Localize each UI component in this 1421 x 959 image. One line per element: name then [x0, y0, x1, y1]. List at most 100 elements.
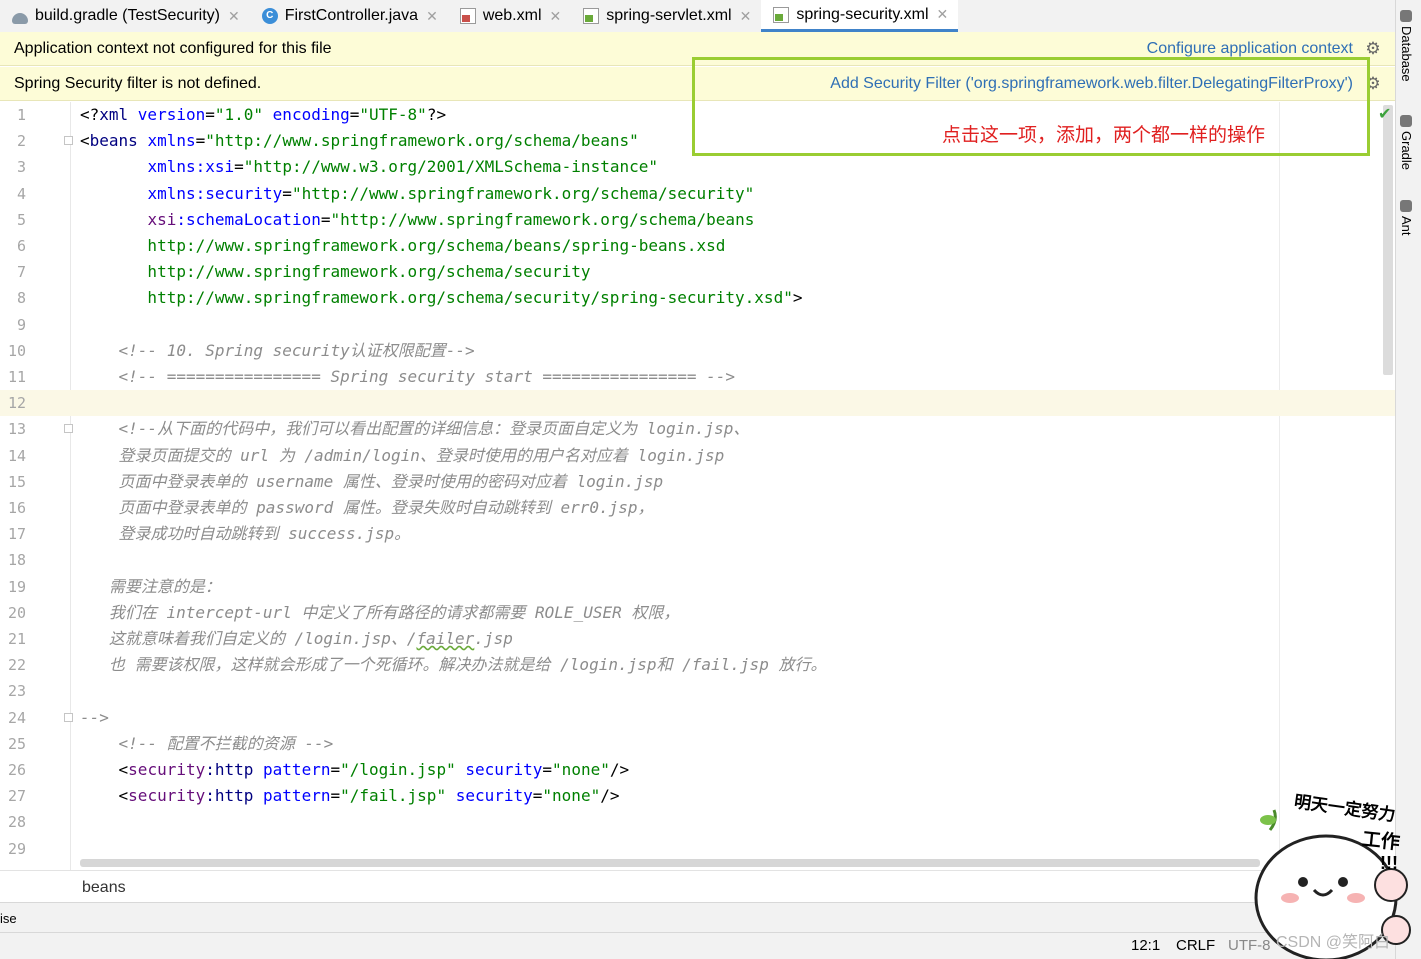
code-line[interactable]: 4 xmlns:security="http://www.springframe… [0, 181, 1395, 207]
file-encoding[interactable]: UTF-8 [1228, 937, 1271, 954]
code-line[interactable]: 29 [0, 836, 1395, 862]
code-token: xmlns [147, 131, 196, 151]
code-token: xml [99, 105, 138, 124]
close-icon[interactable]: ✕ [426, 8, 438, 25]
code-token: <!--从下面的代码中，我们可以看出配置的详细信息：登录页面自定义为 login… [80, 419, 750, 439]
line-number: 16 [7, 499, 26, 517]
code-line[interactable]: 5 xsi:schemaLocation="http://www.springf… [0, 207, 1395, 233]
close-icon[interactable]: ✕ [228, 8, 240, 25]
tab-label: web.xml [482, 7, 542, 24]
tab-spring-security-xml[interactable]: spring-security.xml ✕ [761, 0, 959, 32]
code-text: http://www.springframework.org/schema/be… [80, 233, 725, 259]
code-text: xmlns:security="http://www.springframewo… [80, 181, 754, 207]
code-line[interactable]: 14 登录页面提交的 url 为 /admin/login、登录时使用的用户名对… [0, 443, 1395, 469]
code-line[interactable]: 6 http://www.springframework.org/schema/… [0, 233, 1395, 259]
code-line[interactable]: 19 需要注意的是： [0, 574, 1395, 600]
spring-xml-icon [773, 6, 790, 23]
fold-marker-icon[interactable] [64, 136, 73, 146]
code-line[interactable]: 7 http://www.springframework.org/schema/… [0, 259, 1395, 285]
code-line[interactable]: 16 页面中登录表单的 password 属性。登录失败时自动跳转到 err0.… [0, 495, 1395, 521]
code-line[interactable]: 24 --> [0, 705, 1395, 731]
line-number: 13 [7, 420, 26, 439]
close-icon[interactable]: ✕ [937, 6, 949, 23]
code-line[interactable]: 3 xmlns:xsi="http://www.w3.org/2001/XMLS… [0, 154, 1395, 180]
code-token: = [532, 786, 543, 806]
line-number: 24 [7, 708, 26, 727]
code-token: <!-- 10. Spring security认证权限配置--> [80, 340, 475, 360]
line-number: 3 [16, 158, 26, 177]
database-tool-label: Database [1399, 26, 1414, 82]
tab-build-gradle-testsecurity[interactable]: build.gradle (TestSecurity) ✕ [0, 0, 250, 32]
database-tool-button[interactable]: Database [1399, 10, 1414, 82]
code-token: 我们在 intercept-url 中定义了所有路径的请求都需要 ROLE_US… [80, 602, 680, 622]
code-line[interactable]: 8 http://www.springframework.org/schema/… [0, 285, 1395, 311]
code-line[interactable]: 27 <security:http pattern="/fail.jsp" se… [0, 783, 1395, 809]
fold-marker-icon[interactable] [64, 712, 73, 722]
code-line[interactable]: 23 [0, 678, 1395, 704]
gradle-icon [1400, 115, 1412, 127]
sticker-text-line2: 工作 [1360, 828, 1401, 854]
code-line[interactable]: 12 [0, 390, 1395, 417]
line-number: 11 [7, 368, 26, 386]
code-token: "http://www.springframework.org/schema/b… [330, 209, 755, 229]
close-icon[interactable]: ✕ [740, 8, 752, 25]
code-line[interactable]: 20 我们在 intercept-url 中定义了所有路径的请求都需要 ROLE… [0, 600, 1395, 626]
tab-firstcontroller-java[interactable]: C FirstController.java ✕ [250, 0, 448, 32]
code-line[interactable]: 22 也 需要该权限，这样就会形成了一个死循环。解决办法就是给 /login.j… [0, 652, 1395, 678]
code-token: "none" [542, 786, 601, 806]
line-separator[interactable]: CRLF [1176, 937, 1215, 954]
code-token: ?> [426, 105, 447, 124]
breadcrumb-item-beans[interactable]: beans [82, 879, 126, 897]
code-token: "/login.jsp" [340, 760, 466, 779]
line-number: 29 [7, 839, 26, 858]
code-line[interactable]: 13 <!--从下面的代码中，我们可以看出配置的详细信息：登录页面自定义为 lo… [0, 416, 1395, 442]
code-line[interactable]: 26 <security:http pattern="/login.jsp" s… [0, 757, 1395, 783]
fold-marker-icon[interactable] [64, 424, 73, 434]
code-text: <security:http pattern="/fail.jsp" secur… [80, 783, 620, 809]
code-text: <!-- 10. Spring security认证权限配置--> [80, 338, 475, 364]
code-token: <? [80, 105, 100, 124]
line-number: 6 [16, 237, 26, 255]
caret-position[interactable]: 12:1 [1131, 937, 1160, 954]
code-text: <beans xmlns="http://www.springframework… [80, 128, 639, 154]
code-text: 登录成功时自动跳转到 success.jsp。 [80, 521, 411, 547]
horizontal-scrollbar[interactable] [80, 859, 1260, 867]
code-text: 页面中登录表单的 username 属性、登录时使用的密码对应着 login.j… [80, 469, 664, 495]
sticker-text-line3: !!! [1380, 853, 1398, 873]
context-banner-message: Application context not configured for t… [14, 39, 332, 57]
code-token: <!-- ================ Spring security st… [80, 367, 736, 386]
vertical-scrollbar[interactable] [1383, 105, 1393, 375]
gradle-tool-button[interactable]: Gradle [1399, 115, 1414, 170]
tab-web-xml[interactable]: web.xml ✕ [448, 0, 571, 32]
code-line[interactable]: 28 [0, 809, 1395, 835]
code-editor[interactable]: 1 <?xml version="1.0" encoding="UTF-8"?> 2… [0, 102, 1395, 870]
code-token: <!-- 配置不拦截的资源 --> [80, 733, 334, 753]
code-line[interactable]: 9 [0, 312, 1395, 338]
code-line[interactable]: 10 <!-- 10. Spring security认证权限配置--> [0, 338, 1395, 364]
code-line[interactable]: 21 这就意味着我们自定义的 /login.jsp、/failer.jsp [0, 626, 1395, 652]
code-line[interactable]: 11 <!-- ================ Spring security… [0, 364, 1395, 390]
tab-spring-servlet-xml[interactable]: spring-servlet.xml ✕ [571, 0, 761, 32]
ant-tool-button[interactable]: Ant [1399, 200, 1414, 236]
code-text: xsi:schemaLocation="http://www.springfra… [80, 207, 754, 233]
code-token: = [234, 157, 244, 177]
gear-icon[interactable]: ⚙ [1365, 40, 1381, 57]
code-token: pattern [263, 760, 331, 779]
bottom-tool-label[interactable]: ise [0, 911, 17, 926]
code-line[interactable]: 15 页面中登录表单的 username 属性、登录时使用的密码对应着 logi… [0, 469, 1395, 495]
code-token: xmlns:xsi [147, 157, 235, 177]
code-line[interactable]: 17 登录成功时自动跳转到 success.jsp。 [0, 521, 1395, 547]
java-class-icon: C [261, 8, 278, 24]
close-icon[interactable]: ✕ [550, 8, 562, 25]
code-text: 这就意味着我们自定义的 /login.jsp、/failer.jsp [80, 626, 513, 652]
code-text: --> [80, 705, 109, 731]
code-token: "UTF-8" [359, 105, 427, 124]
code-line[interactable]: 25 <!-- 配置不拦截的资源 --> [0, 731, 1395, 757]
code-token: = [349, 105, 360, 124]
code-token: 登录页面提交的 url 为 /admin/login、登录时使用的用户名对应着 … [80, 445, 725, 465]
code-token: 页面中登录表单的 username 属性、登录时使用的密码对应着 login.j… [80, 471, 664, 491]
code-text: http://www.springframework.org/schema/se… [80, 259, 590, 285]
code-line[interactable]: 18 [0, 547, 1395, 573]
configure-application-context-link[interactable]: Configure application context [1147, 40, 1353, 58]
code-token: < [80, 786, 129, 806]
